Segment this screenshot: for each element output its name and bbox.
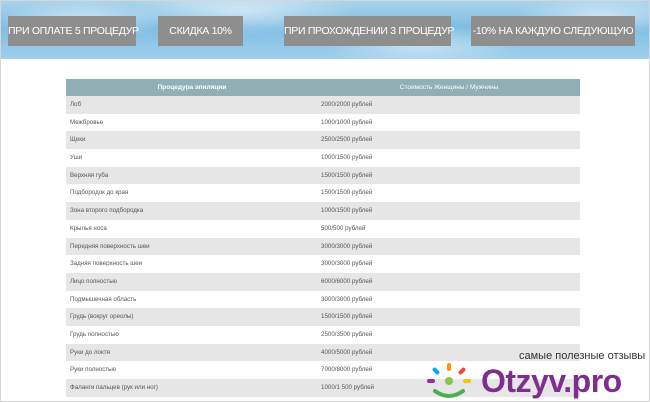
promo-3-procedures-button[interactable]: ПРИ ПРОХОЖДЕНИИ 3 ПРОЦЕДУР (284, 16, 454, 46)
procedure-cell: Задняя поверхность шеи (70, 260, 143, 268)
table-row: Межбровье 1000/1000 рублей (66, 113, 580, 132)
column-header-procedure: Процедура эпиляции (157, 84, 227, 91)
watermark-logo-text: Otzyv.pro (481, 363, 622, 399)
promo-each-next-button[interactable]: -10% НА КАЖДУЮ СЛЕДУЮЩУЮ (471, 16, 635, 46)
procedure-cell: Верхняя губа (70, 171, 109, 179)
price-cell: 500/500 рублей (321, 224, 366, 232)
price-cell: 3000/3000 рублей (321, 242, 373, 250)
procedure-cell: Зона второго подбородка (70, 207, 144, 215)
table-row: Грудь (вокруг ореолы) 1500/1500 рублей (66, 308, 580, 326)
price-cell: 1000/1000 рублей (321, 118, 373, 126)
price-cell: 3000/3000 рублей (321, 295, 373, 303)
table-row: Щеки 2500/2500 рублей (66, 131, 580, 150)
column-header-price: Стоимость Женщины / Мужчины (399, 84, 499, 91)
table-header: Процедура эпиляции Стоимость Женщины / М… (66, 79, 580, 96)
table-row: Крылья носа 500/500 рублей (66, 219, 580, 238)
price-cell: 2500/3500 рублей (321, 330, 373, 338)
promo-discount-10-button[interactable]: СКИДКА 10% (158, 16, 243, 46)
procedure-cell: Подбородок до края (70, 189, 129, 197)
procedure-cell: Лоб (70, 101, 82, 108)
procedure-cell: Грудь полностью (70, 330, 119, 338)
watermark-tagline: самые полезные отзывы (519, 350, 646, 362)
procedure-cell: Руки полностью (70, 366, 117, 374)
procedure-cell: Уши (70, 154, 83, 162)
procedure-cell: Грудь (вокруг ореолы) (70, 313, 134, 321)
table-row: Грудь полностью 2500/3500 рублей (66, 325, 580, 344)
table-row: Подбородок до края 1500/1500 рублей (66, 184, 580, 203)
table-row: Верхняя губа 1500/1500 рублей (66, 166, 580, 185)
price-cell: 1500/1500 рублей (321, 189, 373, 197)
procedure-cell: Крылья носа (70, 224, 107, 232)
table-row: Лоб 2000/2000 рублей (66, 96, 580, 114)
otzyv-logo-icon (427, 363, 471, 398)
procedure-cell: Щеки (70, 136, 86, 144)
table-row: Зона второго подбородка 1000/1500 рублей (66, 202, 580, 220)
promo-5-procedures-button[interactable]: ПРИ ОПЛАТЕ 5 ПРОЦЕДУР (8, 16, 139, 46)
watermark: самые полезные отзывы Otzyv.pro (421, 347, 649, 401)
table-row: Передняя поверхность шеи 3000/3000 рублей (66, 237, 580, 256)
price-cell: 6000/6000 рублей (321, 277, 373, 285)
procedure-cell: Подмышечная область (70, 295, 137, 303)
price-cell: 3000/3000 рублей (321, 260, 373, 268)
table-row: Уши 1000/1500 рублей (66, 149, 580, 167)
price-cell: 2000/2000 рублей (321, 101, 373, 108)
price-cell: 1000/1500 рублей (321, 207, 373, 215)
promo-banner: ПРИ ОПЛАТЕ 5 ПРОЦЕДУР СКИДКА 10% ПРИ ПРО… (1, 1, 649, 59)
procedure-cell: Передняя поверхность шеи (70, 242, 150, 250)
page-frame: ПРИ ОПЛАТЕ 5 ПРОЦЕДУР СКИДКА 10% ПРИ ПРО… (0, 0, 650, 402)
price-cell: 1000/1500 рублей (321, 154, 373, 162)
procedure-cell: Межбровье (70, 118, 104, 126)
procedure-cell: Руки до локтя (70, 348, 110, 356)
table-row: Лицо полностью 6000/6000 рублей (66, 272, 580, 291)
price-cell: 1500/1500 рублей (321, 171, 373, 179)
procedure-cell: Фаланги пальцев (рук или ног) (70, 384, 158, 391)
table-row: Подмышечная область 3000/3000 рублей (66, 290, 580, 309)
price-cell: 1500/1500 рублей (321, 313, 373, 321)
procedure-cell: Лицо полностью (70, 277, 118, 285)
price-cell: 2500/2500 рублей (321, 136, 373, 144)
table-row: Задняя поверхность шеи 3000/3000 рублей (66, 255, 580, 273)
